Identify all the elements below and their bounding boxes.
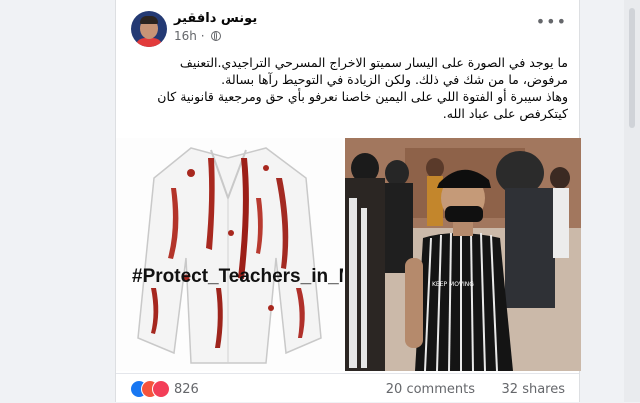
post-text: ما يوجد في الصورة على اليسار سميتو الاخر… <box>131 54 568 122</box>
post-footer: 826 20 comments 32 shares <box>116 373 579 403</box>
reaction-count[interactable]: 826 <box>174 382 199 397</box>
avatar-hair <box>140 16 158 24</box>
street-scene-illustration <box>345 138 581 371</box>
street-scene-image[interactable]: KEEP MOVING <box>345 138 581 371</box>
image-hashtag-caption: #Protect_Teachers_in_Morocco <box>132 266 343 287</box>
avatar-shirt <box>135 38 163 47</box>
post-text-line: ما يوجد في الصورة على اليسار سميتو الاخر… <box>179 55 568 87</box>
post-header: يونس دافقير 16h · ••• <box>116 0 579 52</box>
more-options-icon[interactable]: ••• <box>536 12 567 31</box>
post-timestamp[interactable]: 16h <box>174 29 197 43</box>
shares-count[interactable]: 32 shares <box>502 382 565 397</box>
scrollbar-thumb[interactable] <box>629 8 635 128</box>
bloody-coat-illustration <box>137 147 322 364</box>
author-avatar[interactable] <box>131 11 167 47</box>
post-text-line: وهاذ سيبرة أو الفتوة اللي على اليمين خاص… <box>157 89 568 121</box>
comments-count[interactable]: 20 comments <box>386 382 475 397</box>
meta-separator: · <box>200 29 205 43</box>
author-name[interactable]: يونس دافقير <box>174 11 257 26</box>
shirt-text: KEEP MOVING <box>432 281 474 288</box>
page-scrollbar[interactable] <box>624 0 640 402</box>
post-meta: 16h · <box>174 29 222 43</box>
bloody-coat-image[interactable]: #Protect_Teachers_in_Morocco <box>116 138 343 371</box>
facebook-post-card: يونس دافقير 16h · ••• ما يوجد في الصورة … <box>115 0 581 403</box>
love-icon <box>152 380 170 398</box>
globe-icon <box>211 31 222 41</box>
post-media[interactable]: #Protect_Teachers_in_Morocco <box>116 138 581 371</box>
